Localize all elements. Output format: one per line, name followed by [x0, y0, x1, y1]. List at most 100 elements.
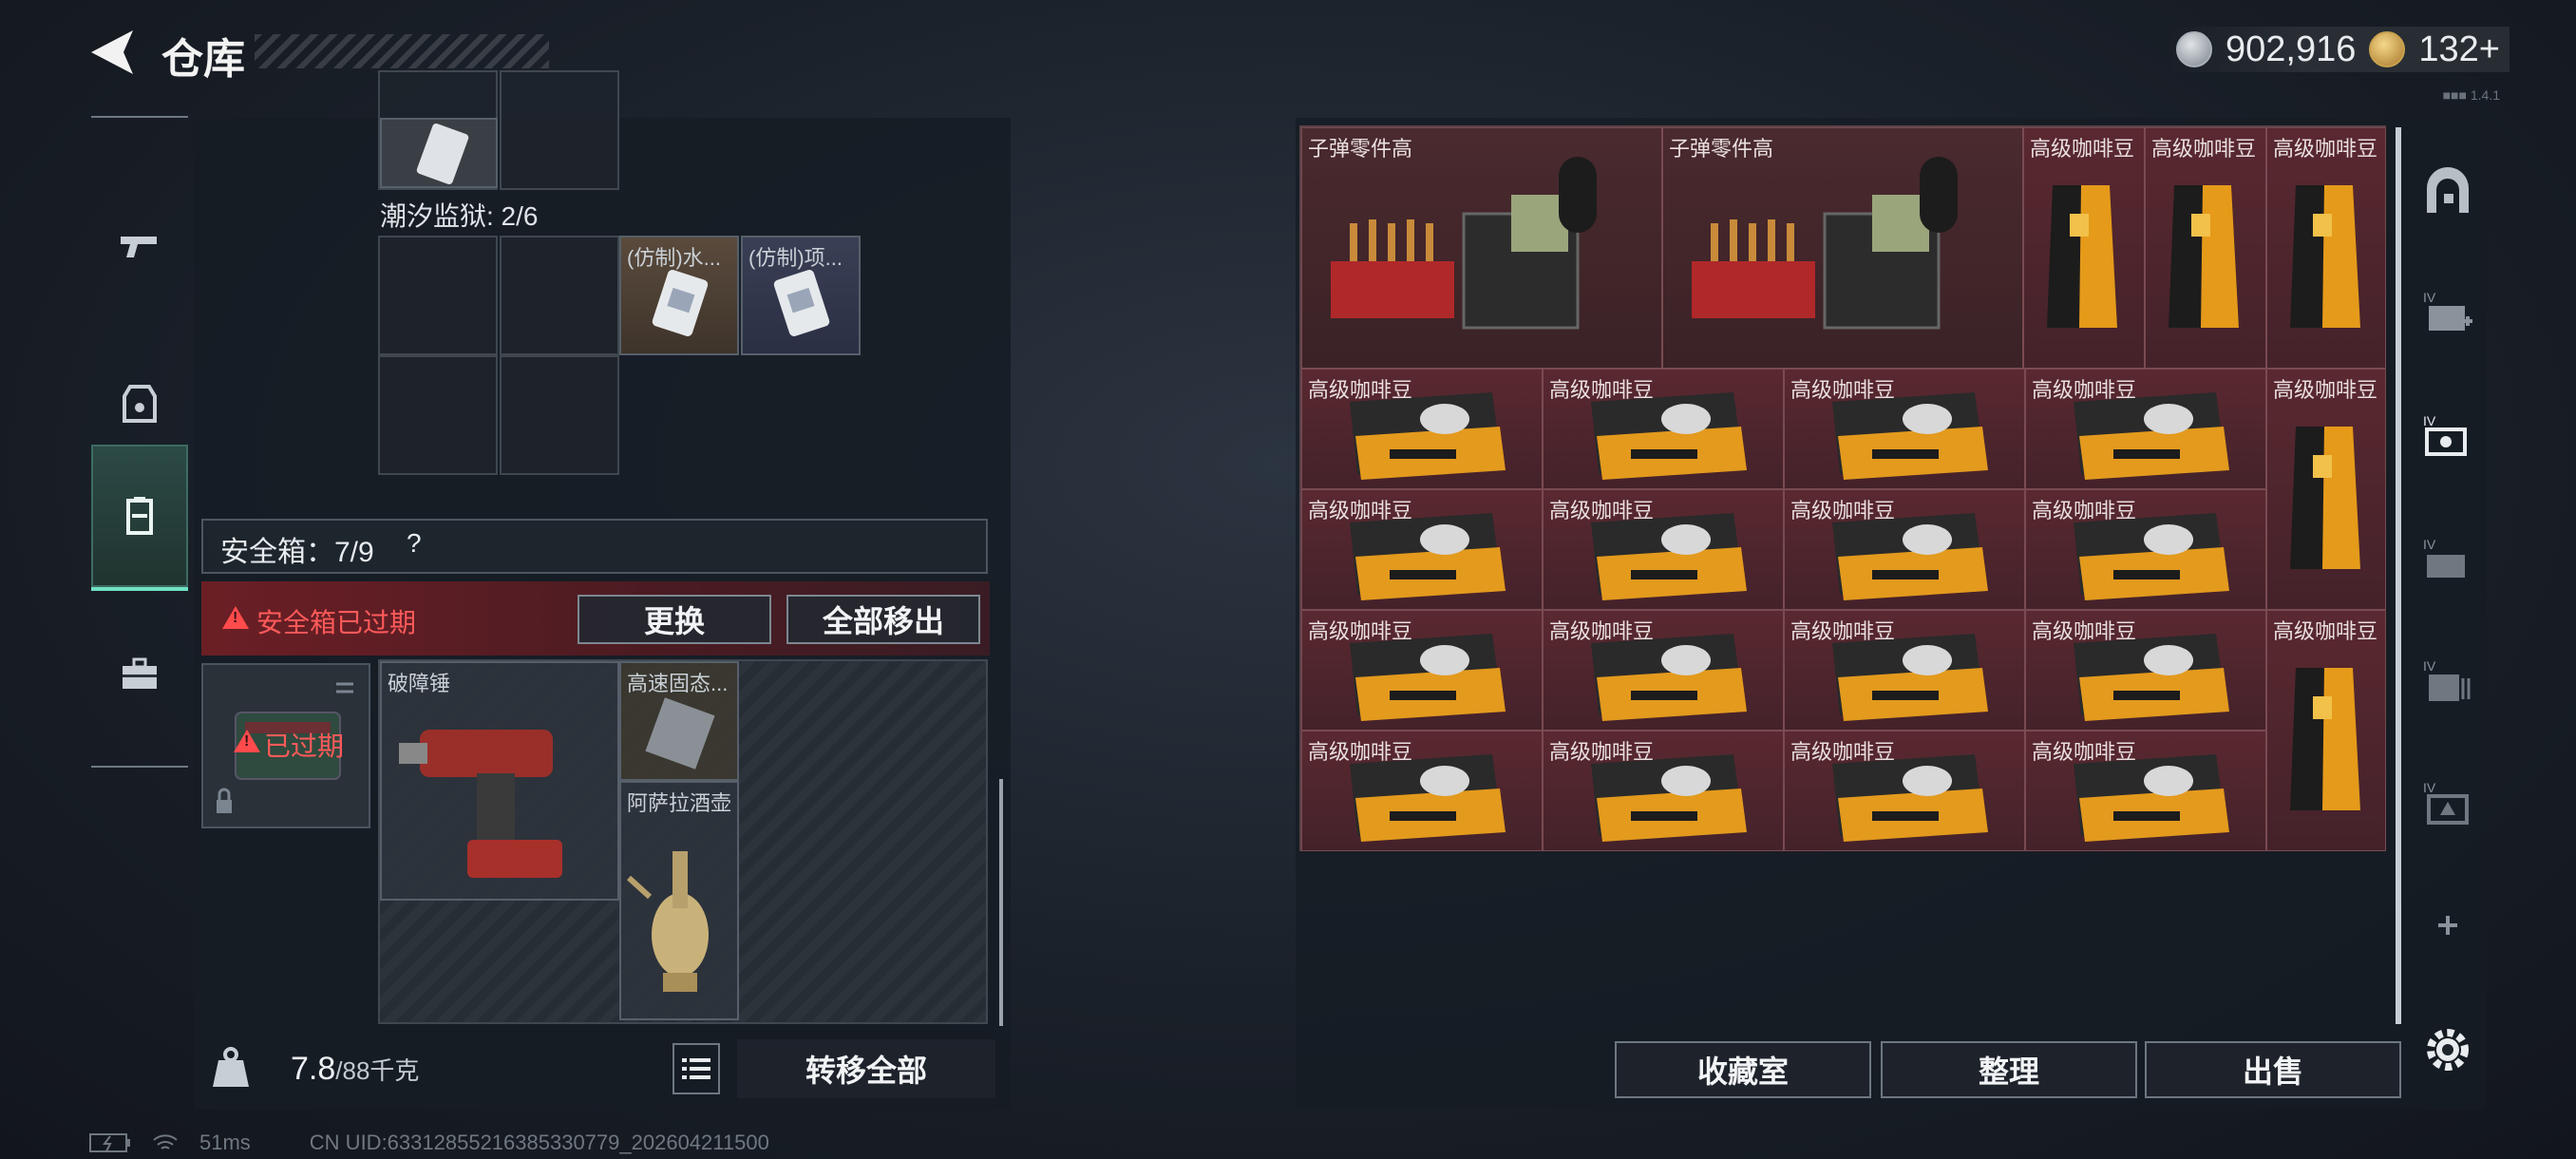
- storage-item-ammo-parts[interactable]: 子弹零件高: [1662, 127, 2023, 369]
- ammo-parts-icon: [1692, 157, 1958, 330]
- item-label: 高级咖啡豆: [1790, 378, 1896, 402]
- ewer-icon: [626, 851, 709, 992]
- storage-item-coffee-flat[interactable]: 高级咖啡豆: [1301, 489, 1543, 610]
- grid-cell[interactable]: [378, 236, 498, 355]
- safe-item-hammer-drill[interactable]: 破障锤: [380, 661, 619, 901]
- move-all-out-button[interactable]: 全部移出: [786, 595, 980, 644]
- add-storage-page[interactable]: [2413, 878, 2483, 973]
- grid-cell[interactable]: [500, 355, 619, 475]
- storage-item-coffee-bag[interactable]: 高级咖啡豆: [2266, 610, 2386, 851]
- carry-weight: 7.8/88千克: [291, 1051, 420, 1087]
- item-label: 高级咖啡豆: [1790, 740, 1896, 764]
- item-label: 高级咖啡豆: [1790, 499, 1896, 522]
- replace-button[interactable]: 更换: [578, 595, 771, 644]
- storage-item-coffee-flat[interactable]: 高级咖啡豆: [2025, 731, 2266, 851]
- left-panel-scrollbar[interactable]: [999, 779, 1003, 1026]
- storage-item-coffee-flat[interactable]: 高级咖啡豆: [1784, 610, 2025, 731]
- storage-item-coffee-flat[interactable]: 高级咖啡豆: [1301, 610, 1543, 731]
- storage-page-documents[interactable]: IV: [2413, 635, 2483, 730]
- svg-text:IV: IV: [2423, 290, 2436, 305]
- storage-page-nav: IV IV IV IV IV: [2413, 124, 2483, 1083]
- warning-icon: [222, 606, 249, 629]
- nav-tools[interactable]: [91, 602, 188, 745]
- transfer-all-button[interactable]: 转移全部: [737, 1039, 995, 1098]
- weight-icon: [213, 1047, 249, 1087]
- storage-item-coffee-bag[interactable]: 高级咖啡豆: [2266, 369, 2386, 610]
- ammo-case-icon: IV: [2423, 780, 2469, 825]
- prison-item[interactable]: (仿制)项...: [741, 236, 861, 355]
- storage-item-coffee-bag[interactable]: 高级咖啡豆: [2266, 127, 2386, 369]
- organize-button[interactable]: 整理: [1881, 1041, 2137, 1098]
- nav-weapons[interactable]: [91, 175, 188, 317]
- storage-item-coffee-flat[interactable]: 高级咖啡豆: [1543, 731, 1784, 851]
- item-label: 高级咖啡豆: [1308, 378, 1413, 402]
- storage-page-keys[interactable]: IV: [2413, 513, 2483, 608]
- svg-text:IV: IV: [2423, 658, 2436, 674]
- grid-cell[interactable]: [378, 355, 498, 475]
- storage-item-coffee-flat[interactable]: 高级咖啡豆: [1784, 731, 2025, 851]
- safe-item-ssd[interactable]: 高速固态...: [619, 661, 739, 781]
- storage-item-coffee-bag[interactable]: 高级咖啡豆: [2023, 127, 2145, 369]
- item-label: 高级咖啡豆: [1790, 619, 1896, 643]
- collection-room-button[interactable]: 收藏室: [1615, 1041, 1871, 1098]
- coffee-bag-icon: [2290, 427, 2360, 569]
- drill-icon: [399, 730, 562, 878]
- item-label: 高级咖啡豆: [1308, 740, 1413, 764]
- item-label: 高级咖啡豆: [1549, 740, 1655, 764]
- item-label: 高级咖啡豆: [1549, 378, 1655, 402]
- item-label: 高级咖啡豆: [1549, 619, 1655, 643]
- list-icon: [682, 1058, 710, 1079]
- prison-item[interactable]: (仿制)水...: [619, 236, 739, 355]
- help-button[interactable]: ?: [407, 528, 422, 559]
- grid-cell[interactable]: [500, 236, 619, 355]
- armor-icon: [123, 385, 157, 423]
- title-decoration: [255, 34, 549, 68]
- storage-item-coffee-flat[interactable]: 高级咖啡豆: [1301, 369, 1543, 489]
- key-case-icon: IV: [2423, 537, 2465, 578]
- currency-bar: 902,916 132+: [2167, 27, 2510, 72]
- gun-icon: [121, 237, 157, 257]
- inventory-item[interactable]: [380, 118, 498, 188]
- tool-case-icon: IV: [2423, 413, 2467, 456]
- storage-page-tools[interactable]: IV: [2413, 390, 2483, 484]
- sell-button[interactable]: 出售: [2145, 1041, 2401, 1098]
- silver-coin-icon: [2176, 31, 2213, 67]
- item-label: 高级咖啡豆: [2032, 619, 2137, 643]
- plus-icon: [2438, 916, 2457, 935]
- storage-scrollbar[interactable]: [2396, 127, 2401, 1024]
- storage-item-coffee-flat[interactable]: 高级咖啡豆: [1543, 489, 1784, 610]
- gold-coin-icon: [2369, 31, 2406, 67]
- storage-item-coffee-bag[interactable]: 高级咖啡豆: [2145, 127, 2266, 369]
- ammo-parts-icon: [1331, 157, 1597, 330]
- status-bar: 51ms CN UID:6331285521638533077​9_202604…: [89, 1130, 769, 1155]
- storage-item-coffee-flat[interactable]: 高级咖啡豆: [1784, 489, 2025, 610]
- storage-item-coffee-flat[interactable]: 高级咖啡豆: [2025, 610, 2266, 731]
- storage-item-coffee-flat[interactable]: 高级咖啡豆: [1301, 731, 1543, 851]
- list-view-button[interactable]: [672, 1043, 720, 1094]
- storage-page-ammo[interactable]: IV: [2413, 756, 2483, 851]
- item-label: 高级咖啡豆: [1308, 499, 1413, 522]
- storage-page-medical[interactable]: IV: [2413, 266, 2483, 361]
- medical-case-icon: IV: [2423, 290, 2472, 331]
- grid-cell[interactable]: [500, 70, 619, 190]
- document-case-icon: IV: [2423, 658, 2471, 701]
- prison-container-label: 潮汐监狱: 2/6: [380, 201, 539, 231]
- expired-warning-text: 安全箱已过期: [256, 608, 417, 637]
- coffee-bag-icon: [2047, 185, 2117, 328]
- storage-item-coffee-flat[interactable]: 高级咖啡豆: [1784, 369, 2025, 489]
- storage-item-ammo-parts[interactable]: 子弹零件高: [1301, 127, 1662, 369]
- silver-amount: 902,916: [2226, 28, 2357, 69]
- toolbox-icon: [123, 657, 157, 689]
- storage-page-main[interactable]: [2413, 144, 2483, 239]
- nav-safe-case[interactable]: [91, 445, 188, 591]
- safe-item-asala-pot[interactable]: 阿萨拉酒壶: [619, 781, 739, 1020]
- card-item-icon: [416, 123, 469, 185]
- storage-item-coffee-flat[interactable]: 高级咖啡豆: [2025, 489, 2266, 610]
- gear-icon[interactable]: [2418, 1020, 2477, 1079]
- storage-item-coffee-flat[interactable]: 高级咖啡豆: [2025, 369, 2266, 489]
- item-label: 高级咖啡豆: [1549, 499, 1655, 522]
- gold-amount[interactable]: 132+: [2418, 29, 2500, 70]
- back-arrow-icon[interactable]: [87, 27, 135, 78]
- storage-item-coffee-flat[interactable]: 高级咖啡豆: [1543, 610, 1784, 731]
- storage-item-coffee-flat[interactable]: 高级咖啡豆: [1543, 369, 1784, 489]
